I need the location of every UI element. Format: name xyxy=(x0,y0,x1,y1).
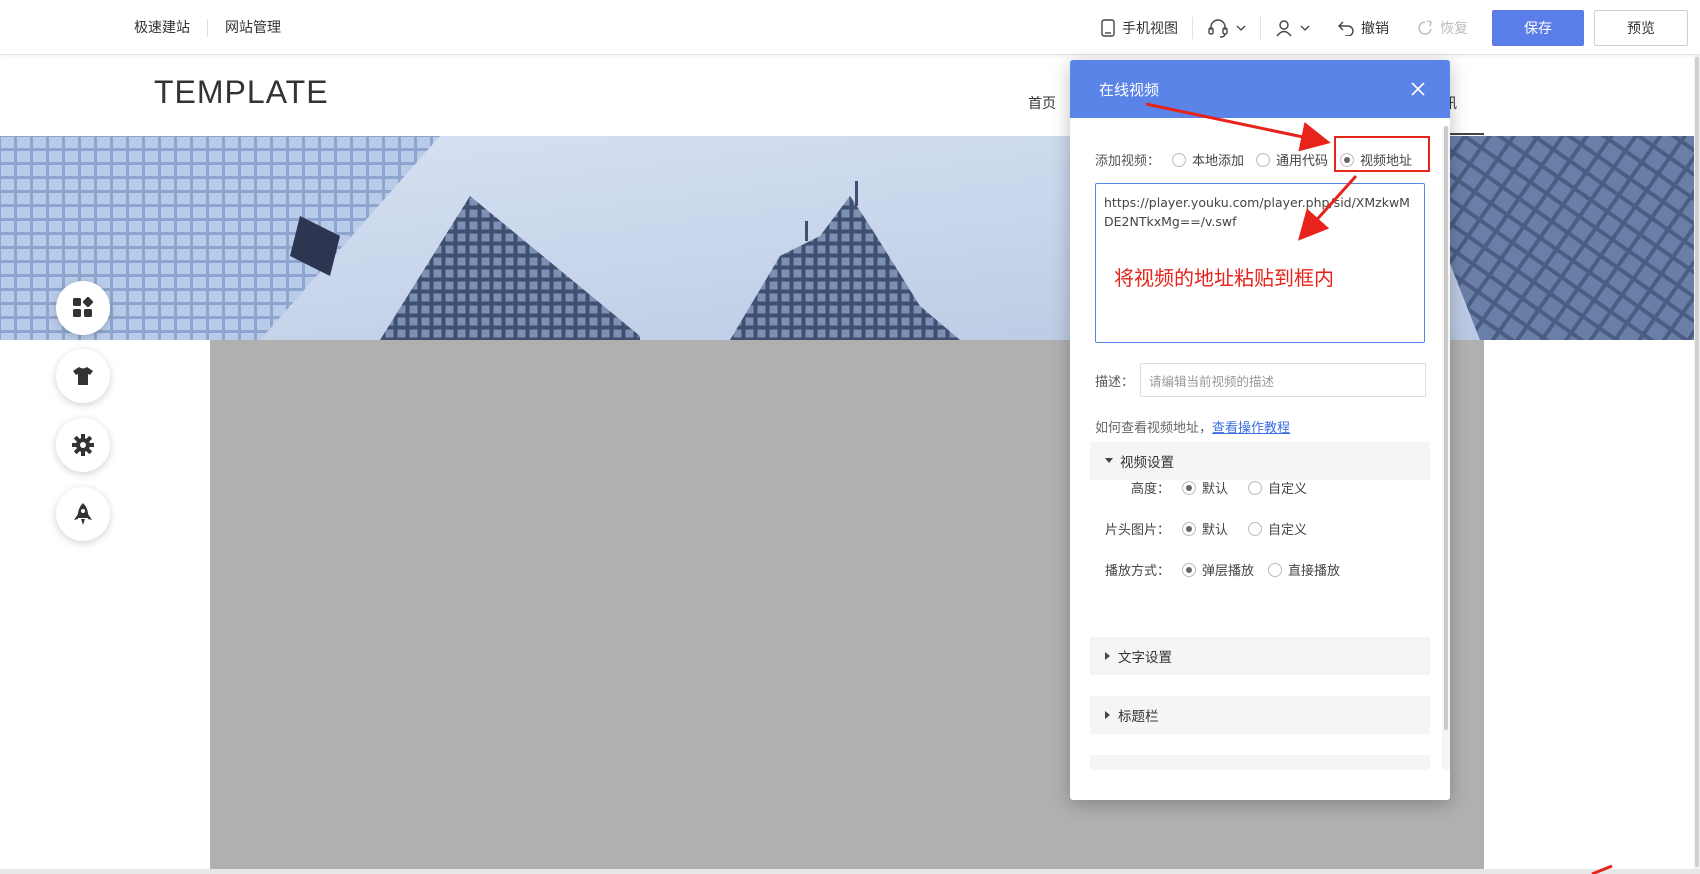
radio-label: 弹层播放 xyxy=(1202,564,1255,579)
video-settings-section[interactable]: 视频设置 xyxy=(1090,442,1430,480)
site-nav-home[interactable]: 首页 xyxy=(1028,93,1056,113)
howto-hint: 如何查看视频地址，查看操作教程 xyxy=(1095,417,1290,436)
dialog-title: 在线视频 xyxy=(1099,80,1160,99)
redo-icon xyxy=(1418,19,1432,35)
caret-right-icon xyxy=(1105,711,1110,719)
radio-cover-custom[interactable]: 自定义 xyxy=(1248,519,1307,538)
radio-label: 通用代码 xyxy=(1276,154,1329,169)
save-button[interactable]: 保存 xyxy=(1492,9,1584,46)
radio-label: 自定义 xyxy=(1268,482,1308,497)
howto-text: 如何查看视频地址， xyxy=(1095,421,1213,436)
section-label: 文字设置 xyxy=(1118,650,1172,666)
radio-circle xyxy=(1248,521,1263,536)
radio-circle xyxy=(1248,480,1263,495)
user-menu[interactable] xyxy=(1261,19,1324,37)
toolbar-left: 极速建站 网站管理 xyxy=(134,0,298,55)
caret-right-icon xyxy=(1105,652,1110,660)
page-scrollbar[interactable] xyxy=(1694,55,1700,869)
section-label: 标题栏 xyxy=(1118,709,1159,725)
chevron-down-icon xyxy=(1300,25,1310,31)
theme-button[interactable] xyxy=(56,349,110,403)
radio-circle xyxy=(1182,521,1196,536)
rocket-icon xyxy=(74,503,92,525)
support-menu[interactable] xyxy=(1193,18,1260,38)
radio-circle xyxy=(1182,480,1196,495)
tutorial-link[interactable]: 查看操作教程 xyxy=(1212,421,1290,436)
title-bar-section[interactable]: 标题栏 xyxy=(1090,696,1430,734)
page-scrollbar-thumb[interactable] xyxy=(1695,57,1699,867)
mobile-view-label: 手机视图 xyxy=(1122,20,1178,37)
description-label: 描述： xyxy=(1095,374,1135,390)
section-label: 视频设置 xyxy=(1120,455,1174,471)
top-toolbar: 极速建站 网站管理 手机视图 撤销 恢复 保存 预览 xyxy=(0,0,1700,55)
radio-label: 默认 xyxy=(1202,482,1229,497)
radio-height-custom[interactable]: 自定义 xyxy=(1248,478,1307,497)
undo-label: 撤销 xyxy=(1361,20,1389,37)
radio-height-default[interactable]: 默认 xyxy=(1182,478,1228,497)
radio-label: 本地添加 xyxy=(1192,154,1245,169)
annotation-text: 将视频的地址粘贴到框内 xyxy=(1114,266,1334,290)
toolbar-right: 手机视图 撤销 恢复 保存 预览 xyxy=(1087,0,1688,55)
cover-option-row: 片头图片： 默认 自定义 xyxy=(1090,519,1307,538)
gear-icon xyxy=(72,434,94,456)
chevron-down-icon xyxy=(1236,25,1246,31)
caret-down-icon xyxy=(1105,458,1113,463)
redo-button[interactable]: 恢复 xyxy=(1403,18,1482,38)
radio-cover-default[interactable]: 默认 xyxy=(1182,519,1228,538)
text-settings-section[interactable]: 文字设置 xyxy=(1090,637,1430,675)
dialog-header: 在线视频 xyxy=(1070,60,1450,118)
radio-circle xyxy=(1182,562,1196,577)
play-mode-label: 播放方式： xyxy=(1104,564,1170,579)
radio-generic-code[interactable]: 通用代码 xyxy=(1256,150,1328,169)
settings-button[interactable] xyxy=(56,418,110,472)
widgets-icon xyxy=(73,297,94,317)
highlight-box xyxy=(1334,136,1430,172)
tablet-icon xyxy=(1101,18,1115,37)
add-video-label: 添加视频： xyxy=(1095,154,1161,169)
headset-icon xyxy=(1208,18,1228,38)
description-input[interactable]: 请编辑当前视频的描述 xyxy=(1140,363,1427,397)
redo-label: 恢复 xyxy=(1440,20,1468,37)
radio-circle xyxy=(1268,562,1283,577)
components-button[interactable] xyxy=(56,281,110,335)
mobile-view-button[interactable]: 手机视图 xyxy=(1087,18,1192,38)
undo-button[interactable]: 撤销 xyxy=(1324,18,1403,38)
cover-label: 片头图片： xyxy=(1104,523,1170,538)
site-logo[interactable]: TEMPLATE xyxy=(154,74,329,111)
play-mode-row: 播放方式： 弹层播放 直接播放 xyxy=(1090,560,1340,579)
dialog-scrollbar-thumb[interactable] xyxy=(1444,126,1448,730)
radio-local-add[interactable]: 本地添加 xyxy=(1172,150,1244,169)
collapsed-section-partial[interactable] xyxy=(1090,755,1430,770)
shirt-icon xyxy=(73,367,93,385)
radio-label: 自定义 xyxy=(1268,523,1308,538)
radio-circle xyxy=(1172,152,1187,167)
radio-label: 直接播放 xyxy=(1288,564,1341,579)
user-icon xyxy=(1276,19,1292,36)
radio-circle xyxy=(1256,152,1271,167)
height-option-row: 高度： 默认 自定义 xyxy=(1090,478,1307,497)
preview-button[interactable]: 预览 xyxy=(1594,9,1688,46)
radio-popup-play[interactable]: 弹层播放 xyxy=(1182,560,1254,579)
radio-label: 默认 xyxy=(1202,523,1229,538)
height-label: 高度： xyxy=(1130,482,1170,497)
undo-icon xyxy=(1338,21,1354,36)
description-row: 描述： 请编辑当前视频的描述 xyxy=(1095,363,1427,397)
publish-button[interactable] xyxy=(56,487,110,541)
radio-direct-play[interactable]: 直接播放 xyxy=(1268,560,1340,579)
dialog-scrollbar[interactable] xyxy=(1442,126,1450,770)
page-bottom-border xyxy=(0,869,1700,874)
close-icon[interactable] xyxy=(1408,79,1428,99)
site-manage-link[interactable]: 网站管理 xyxy=(208,19,298,37)
quick-build-link[interactable]: 极速建站 xyxy=(134,18,208,37)
